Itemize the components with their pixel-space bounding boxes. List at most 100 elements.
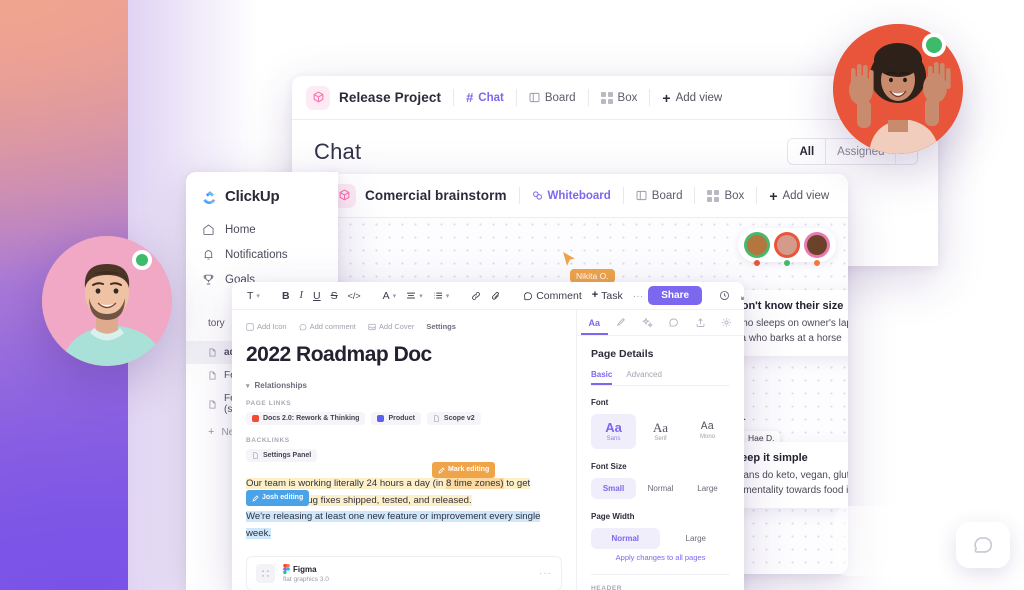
filter-all[interactable]: All	[788, 139, 827, 164]
tab-box-label: Box	[724, 189, 745, 202]
tab-board-label: Board	[651, 189, 683, 202]
font-size-large[interactable]: Large	[685, 478, 730, 499]
text-style-button[interactable]: T ▾	[242, 290, 265, 302]
doc-meta-actions: Add Icon Add comment Add Cover Settings	[246, 322, 562, 331]
comment-icon[interactable]	[661, 310, 688, 335]
link-button[interactable]	[466, 291, 486, 301]
font-size-label: Font Size	[591, 462, 627, 472]
figma-embed-card[interactable]: Figma flat graphics 3.0 ···	[246, 556, 562, 590]
add-task-button[interactable]: + Task	[587, 290, 628, 302]
bold-button[interactable]: B	[277, 290, 295, 302]
doc-icon	[208, 371, 217, 380]
list-button[interactable]: ▾	[428, 291, 455, 301]
share-button[interactable]: Share	[648, 286, 703, 305]
subtab-basic[interactable]: Basic	[591, 370, 612, 385]
add-icon-button[interactable]: Add Icon	[246, 322, 287, 331]
doc-icon	[434, 415, 439, 422]
tab-box[interactable]: Box	[707, 189, 745, 202]
page-links-label: PAGE LINKS	[246, 400, 292, 407]
align-button[interactable]: ▾	[401, 291, 428, 301]
more-options-button[interactable]: ···	[628, 290, 649, 302]
page-link-chip[interactable]: Product	[371, 412, 421, 425]
doc-icon	[253, 452, 258, 459]
code-button[interactable]: </>	[343, 291, 366, 301]
typography-tab[interactable]: Aa	[581, 310, 608, 335]
embed-more-button[interactable]: ···	[539, 568, 552, 579]
page-link-chip[interactable]: Docs 2.0: Rework & Thinking	[246, 412, 366, 425]
doc-paragraph[interactable]: Mark editing Josh editing Our team is wo…	[246, 462, 562, 509]
apply-all-pages-link[interactable]: Apply changes to all pages	[591, 553, 730, 562]
home-icon	[202, 223, 215, 236]
font-option-sans[interactable]: Aa Sans	[591, 414, 636, 450]
tab-chat[interactable]: # Chat	[466, 90, 504, 105]
doc-title[interactable]: 2022 Roadmap Doc	[246, 343, 562, 367]
doc-body[interactable]: Add Icon Add comment Add Cover Settings …	[232, 310, 576, 590]
strikethrough-button[interactable]: S	[326, 290, 343, 302]
doc-settings-button[interactable]: Settings	[426, 322, 456, 331]
brush-icon[interactable]	[608, 310, 635, 335]
gear-icon[interactable]	[714, 310, 741, 335]
tab-box-label: Box	[617, 91, 638, 104]
align-icon	[406, 291, 416, 301]
comment-button[interactable]: Comment	[518, 290, 587, 302]
share-icon[interactable]	[687, 310, 714, 335]
doc-toolbar: T ▾ B I U S </> A ▾ ▾ ▾ Comment + Task ·…	[232, 282, 744, 310]
add-view-label: Add view	[675, 91, 723, 104]
add-view-button[interactable]: + Add view	[662, 91, 722, 105]
board-icon	[636, 190, 647, 201]
sidebar-item-home[interactable]: Home	[186, 217, 338, 242]
divider	[515, 89, 517, 106]
add-comment-button[interactable]: Add comment	[299, 322, 356, 331]
italic-button[interactable]: I	[295, 290, 309, 301]
avatar[interactable]	[804, 232, 830, 266]
tab-board[interactable]: Board	[529, 92, 576, 104]
tab-whiteboard-label: Whiteboard	[547, 189, 611, 202]
whiteboard-icon	[532, 190, 543, 201]
add-icon-label: Add Icon	[257, 322, 287, 331]
history-button[interactable]	[714, 290, 735, 301]
user-photo-left[interactable]	[42, 236, 172, 366]
font-size-options: Small Normal Large	[591, 478, 730, 500]
chevron-down-icon: ▾	[256, 292, 260, 300]
chip-label: Product	[388, 415, 415, 422]
font-option-serif[interactable]: Aa Serif	[638, 414, 683, 449]
chevron-down-icon: ▾	[419, 292, 423, 300]
page-link-chip[interactable]: Scope v2	[426, 412, 481, 425]
relationships-toggle[interactable]: ▾ Relationships	[246, 381, 562, 390]
sidebar-item-notifications[interactable]: Notifications	[186, 242, 338, 267]
sticky-line: g mentality towards food is re	[735, 485, 848, 496]
underline-button[interactable]: U	[308, 290, 326, 302]
chat-widget-button[interactable]	[956, 522, 1010, 568]
doc-paragraph-2[interactable]: We're releasing at least one new feature…	[246, 509, 562, 542]
sparkle-icon[interactable]	[634, 310, 661, 335]
project-cube-icon	[306, 85, 330, 110]
avatar[interactable]	[774, 232, 800, 266]
box-icon	[707, 189, 720, 202]
divider	[649, 89, 651, 106]
page-width-normal[interactable]: Normal	[591, 528, 660, 550]
brainstorm-window-toolbar: Comercial brainstorm Whiteboard Board Bo…	[318, 174, 848, 218]
pencil-icon	[252, 494, 259, 501]
chevron-down-icon: ▾	[445, 292, 450, 300]
backlink-chip[interactable]: Settings Panel	[246, 449, 318, 462]
page-width-large[interactable]: Large	[662, 528, 731, 549]
tab-box[interactable]: Box	[600, 91, 638, 104]
avatar[interactable]	[744, 232, 770, 266]
avatar-illustration	[42, 236, 172, 366]
font-size-normal[interactable]: Normal	[638, 478, 683, 499]
divider	[622, 187, 624, 204]
clickup-logo[interactable]: ClickUp	[186, 172, 338, 217]
font-option-mono[interactable]: Aa Mono	[685, 414, 730, 449]
bell-icon	[202, 248, 215, 261]
attachment-button[interactable]	[486, 291, 506, 301]
expand-button[interactable]	[735, 290, 744, 301]
paperclip-icon	[492, 291, 500, 300]
add-view-button[interactable]: + Add view	[769, 189, 829, 203]
text-color-button[interactable]: A ▾	[378, 290, 402, 302]
subtab-advanced[interactable]: Advanced	[626, 370, 662, 385]
sticky-title: don't know their size	[735, 300, 844, 312]
font-size-small[interactable]: Small	[591, 478, 636, 500]
tab-board[interactable]: Board	[636, 189, 683, 202]
tab-whiteboard[interactable]: Whiteboard	[532, 190, 611, 202]
add-cover-button[interactable]: Add Cover	[368, 322, 414, 331]
